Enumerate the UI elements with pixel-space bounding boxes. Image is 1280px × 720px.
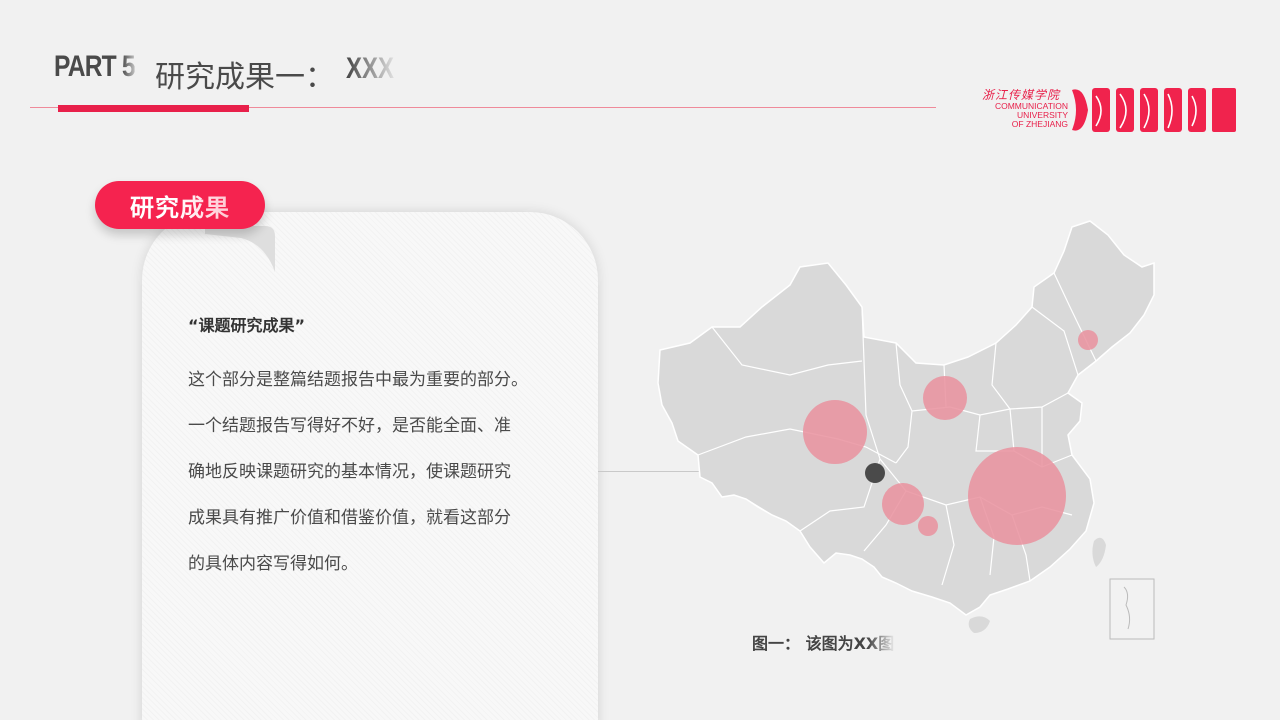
china-map xyxy=(657,220,1155,640)
page-title-suffix: XXX xyxy=(346,52,395,85)
map-inset-box xyxy=(1109,578,1155,640)
map-island-taiwan xyxy=(1092,537,1106,567)
map-island-hainan xyxy=(968,616,990,633)
logo-english-name: COMMUNICATION UNIVERSITY OF ZHEJIANG xyxy=(994,101,1068,129)
part-number: 5 xyxy=(121,50,136,83)
page-title: 研究成果一： xyxy=(155,60,335,95)
map-bubble xyxy=(923,376,967,420)
body-line: 成果具有推广价值和借鉴价值，就看这部分 xyxy=(188,508,511,528)
map-bubble xyxy=(882,483,924,525)
caption-text: 该图为XX图 xyxy=(805,634,895,653)
body-line: 的具体内容写得如何。 xyxy=(188,554,358,574)
part-label: PART 5 xyxy=(54,50,136,84)
card-heading: “课题研究成果” xyxy=(188,316,306,335)
university-logo: 浙江传媒学院 COMMUNICATION UNIVERSITY OF ZHEJI… xyxy=(978,86,1240,134)
section-tag: 研究成果 xyxy=(95,181,265,229)
card-body: 这个部分是整篇结题报告中最为重要的部分。 一个结题报告写得好不好，是否能全面、准… xyxy=(188,357,578,587)
body-line: 这个部分是整篇结题报告中最为重要的部分。 xyxy=(188,370,528,390)
part-prefix: PART xyxy=(54,50,117,83)
caption-label: 图一： xyxy=(752,634,801,653)
content-card: “课题研究成果” 这个部分是整篇结题报告中最为重要的部分。 一个结题报告写得好不… xyxy=(142,212,598,720)
body-line: 一个结题报告写得好不好，是否能全面、准 xyxy=(188,416,511,436)
logo-mark-icon xyxy=(1072,88,1236,132)
map-caption: 图一： 该图为XX图 xyxy=(752,630,894,654)
map-marker-dot xyxy=(865,463,885,483)
header-accent-bar xyxy=(58,105,249,112)
map-bubble xyxy=(803,400,867,464)
map-bubble xyxy=(968,447,1066,545)
map-bubble xyxy=(1078,330,1098,350)
body-line: 确地反映课题研究的基本情况，使课题研究 xyxy=(188,462,511,482)
slide-header: PART 5 研究成果一： XXX 浙江传媒学院 COMMUNICATION U… xyxy=(0,0,1280,132)
tag-tail-shape xyxy=(205,226,275,272)
map-bubble xyxy=(918,516,938,536)
section-tag-label: 研究成果 xyxy=(130,188,230,223)
map-mainland xyxy=(657,220,1155,616)
